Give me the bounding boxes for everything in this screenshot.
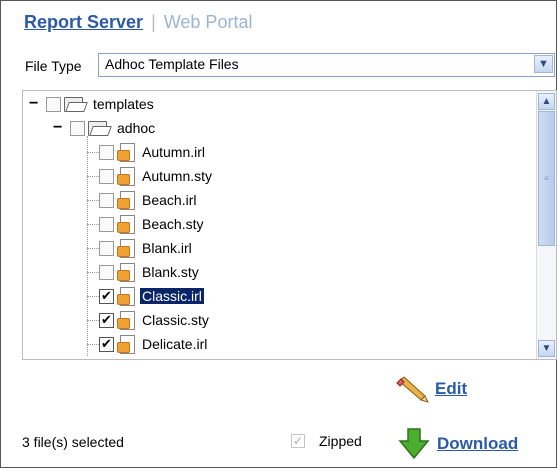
tree-file-item[interactable]: Beach.sty [87, 213, 205, 235]
file-label: Beach.irl [142, 192, 197, 208]
template-file-icon [117, 142, 135, 162]
template-file-icon [117, 190, 135, 210]
template-file-icon [117, 310, 135, 330]
file-checkbox[interactable] [99, 216, 114, 232]
tree-connector [87, 343, 99, 345]
file-checkbox[interactable]: ✔ [99, 312, 114, 328]
templates-checkbox[interactable] [46, 96, 61, 112]
scroll-down-icon[interactable]: ▼ [538, 340, 555, 357]
template-file-icon [117, 238, 135, 258]
tree-connector [87, 151, 99, 153]
file-label: Autumn.sty [142, 168, 213, 184]
tree-connector [87, 175, 99, 177]
tree-node-label: adhoc [117, 120, 156, 136]
edit-action[interactable]: Edit [395, 375, 467, 403]
adhoc-checkbox[interactable] [70, 120, 85, 136]
scroll-thumb[interactable]: ≡ [538, 111, 555, 246]
file-checkbox[interactable] [99, 144, 114, 160]
report-server-panel: Report Server | Web Portal File Type Adhoc… [0, 0, 557, 468]
template-file-icon [117, 166, 135, 186]
zipped-checkbox[interactable]: ✓ [291, 434, 305, 448]
tree-scrollbar[interactable]: ▲ ≡ ▼ [536, 91, 556, 359]
tree-file-item[interactable]: Autumn.irl [87, 141, 207, 163]
tree-file-item[interactable]: ✔ Delicate.irl [87, 333, 209, 355]
scroll-up-icon[interactable]: ▲ [538, 93, 555, 110]
file-label: Autumn.irl [142, 144, 206, 160]
folder-open-icon [88, 121, 112, 136]
tree-node-label: templates [93, 96, 154, 112]
tree-connector [87, 295, 99, 297]
file-label: Blank.sty [142, 264, 199, 280]
chevron-down-icon[interactable]: ▼ [534, 55, 553, 73]
tab-bar: Report Server | Web Portal [24, 12, 252, 33]
tree-node-templates[interactable]: − templates [29, 93, 156, 115]
tree-connector [87, 319, 99, 321]
file-label: Beach.sty [142, 216, 204, 232]
file-type-label: File Type [25, 58, 82, 74]
file-type-value: Adhoc Template Files [105, 56, 239, 72]
tree-file-item[interactable]: ✔ Classic.sty [87, 309, 211, 331]
file-label: Delicate.irl [142, 336, 208, 352]
tree-file-item[interactable]: Beach.irl [87, 189, 198, 211]
collapse-icon[interactable]: − [29, 96, 40, 112]
file-label: Classic.sty [142, 312, 209, 328]
edit-link[interactable]: Edit [435, 379, 467, 399]
file-label: Blank.irl [142, 240, 192, 256]
file-checkbox[interactable]: ✔ [99, 288, 114, 304]
tree-node-adhoc[interactable]: − adhoc [53, 117, 157, 139]
file-checkbox[interactable] [99, 240, 114, 256]
template-file-icon [117, 286, 135, 306]
file-type-select[interactable]: Adhoc Template Files ▼ [98, 53, 555, 77]
tab-separator: | [151, 12, 156, 32]
tree-connector [87, 223, 99, 225]
file-checkbox[interactable] [99, 264, 114, 280]
tree-file-item[interactable]: ✔ Classic.irl [87, 285, 204, 307]
download-arrow-icon [398, 428, 430, 460]
collapse-icon[interactable]: − [53, 120, 64, 136]
template-file-icon [117, 334, 135, 354]
zipped-option[interactable]: ✓ Zipped [291, 433, 362, 449]
folder-open-icon [64, 97, 88, 112]
tree-file-item[interactable]: Blank.sty [87, 261, 201, 283]
file-checkbox[interactable] [99, 192, 114, 208]
download-link[interactable]: Download [437, 434, 518, 454]
zipped-label: Zipped [319, 433, 362, 449]
file-checkbox[interactable]: ✔ [99, 336, 114, 352]
tab-web-portal[interactable]: Web Portal [164, 12, 253, 32]
tab-report-server[interactable]: Report Server [24, 12, 143, 32]
tree-file-item[interactable]: Blank.irl [87, 237, 194, 259]
pencil-icon [396, 376, 429, 403]
file-checkbox[interactable] [99, 168, 114, 184]
tree-connector [87, 271, 99, 273]
tree-connector [87, 247, 99, 249]
tree-connector [87, 199, 99, 201]
tree-file-item[interactable]: Autumn.sty [87, 165, 214, 187]
template-file-icon [117, 262, 135, 282]
template-file-icon [117, 214, 135, 234]
file-label: Classic.irl [140, 288, 204, 304]
selection-status: 3 file(s) selected [22, 434, 124, 450]
download-action[interactable]: Download [397, 427, 518, 461]
file-tree[interactable]: − templates − adhoc Autumn.irl Autumn.sty… [22, 90, 557, 360]
